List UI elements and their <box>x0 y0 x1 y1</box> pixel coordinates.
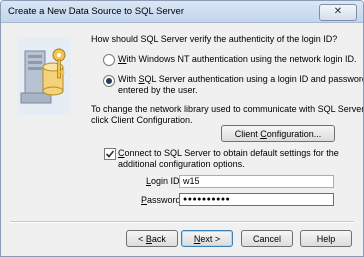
login-id-label: Login ID: <box>146 176 183 186</box>
windows-auth-label[interactable]: With Windows NT authentication using the… <box>118 54 356 65</box>
authentication-question: How should SQL Server verify the authent… <box>91 34 338 44</box>
sql-auth-label-line2: entered by the user. <box>118 85 198 95</box>
network-note-line2: click Client Configuration. <box>91 115 193 125</box>
network-note-line1: To change the network library used to co… <box>91 104 364 114</box>
login-id-input[interactable]: w15 <box>179 175 334 188</box>
sql-auth-radio[interactable] <box>103 75 115 87</box>
separator <box>10 221 354 223</box>
connect-checkbox-label[interactable]: Connect to SQL Server to obtain default … <box>118 148 339 159</box>
cancel-button[interactable]: Cancel <box>241 230 293 247</box>
client-configuration-button[interactable]: Client Configuration... <box>221 125 335 142</box>
connect-checkbox-label-line2: additional configuration options. <box>118 159 245 169</box>
close-icon: ✕ <box>333 6 343 17</box>
password-input[interactable]: ●●●●●●●●●● <box>179 193 334 206</box>
title-bar: Create a New Data Source to SQL Server ✕ <box>1 1 363 23</box>
password-label: Password: <box>141 195 184 205</box>
next-button[interactable]: Next > <box>181 230 233 247</box>
help-button[interactable]: Help <box>300 230 352 247</box>
windows-auth-radio[interactable] <box>103 54 115 66</box>
close-button[interactable]: ✕ <box>319 4 357 21</box>
server-database-key-icon <box>17 37 71 115</box>
checkmark-icon <box>105 150 115 158</box>
connect-checkbox[interactable] <box>104 148 116 160</box>
sql-auth-label[interactable]: With SQL Server authentication using a l… <box>118 74 363 85</box>
back-button[interactable]: < Back <box>126 230 178 247</box>
window-title: Create a New Data Source to SQL Server <box>8 6 185 17</box>
radio-selected-dot <box>106 78 112 84</box>
dialog-window: Create a New Data Source to SQL Server ✕… <box>0 0 364 257</box>
